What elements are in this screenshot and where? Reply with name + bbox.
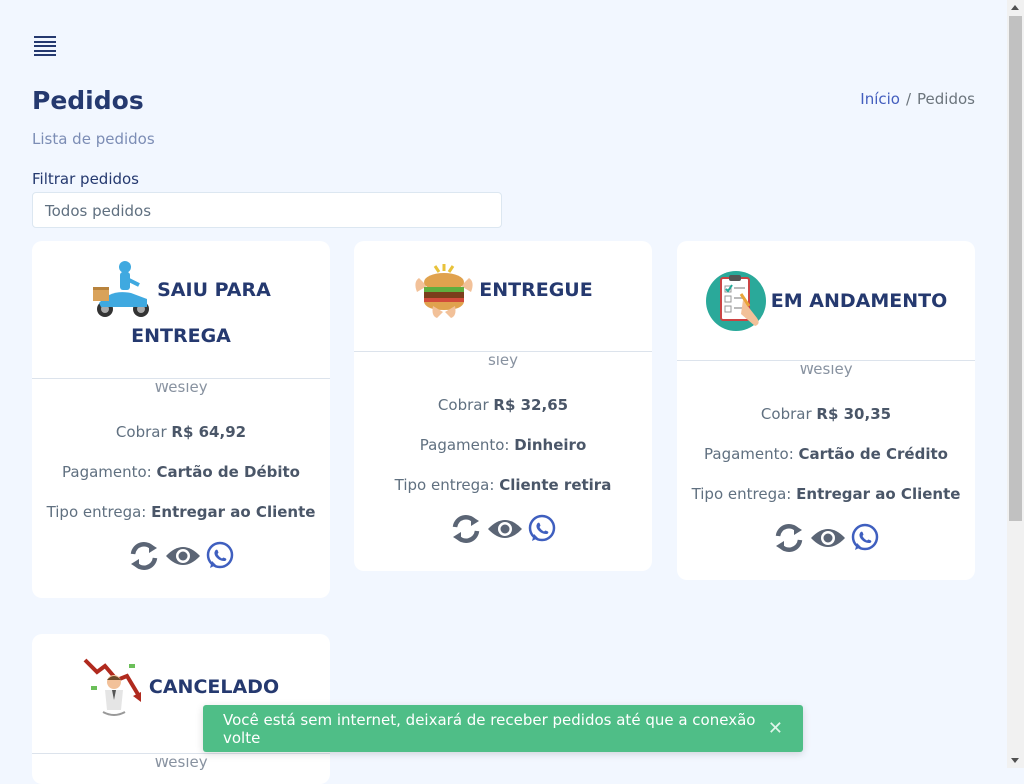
- breadcrumb-current: Pedidos: [917, 90, 975, 108]
- order-card: ENTREGUE sley Cobrar R$ 32,65 Pagamento:…: [354, 241, 652, 571]
- payment-value: Dinheiro: [514, 436, 587, 454]
- scrollbar-thumb[interactable]: [1009, 16, 1022, 521]
- charge-value: R$ 32,65: [493, 396, 569, 414]
- offline-toast: Você está sem internet, deixará de receb…: [203, 705, 803, 752]
- order-card-body: Wesley Cobrar R$ 30,35 Pagamento: Cartão…: [677, 361, 975, 555]
- charge-label: Cobrar: [115, 423, 167, 441]
- payment-label: Pagamento:: [62, 463, 152, 481]
- breadcrumb-home-link[interactable]: Início: [860, 90, 900, 108]
- vertical-scrollbar[interactable]: [1007, 0, 1024, 768]
- order-card-header: SAIU PARA ENTREGA: [32, 241, 330, 379]
- order-status: SAIU PARA: [157, 279, 271, 301]
- payment-row: Pagamento: Cartão de Crédito: [677, 445, 975, 463]
- order-card: SAIU PARA ENTREGA Wesley Cobrar R$ 64,92…: [32, 241, 330, 598]
- order-card-body: Wesley Cobrar R$ 64,92 Pagamento: Cartão…: [32, 379, 330, 573]
- order-card-body: Wesley: [32, 754, 330, 772]
- payment-row: Pagamento: Cartão de Débito: [32, 463, 330, 481]
- delivery-type-value: Entregar ao Cliente: [796, 485, 961, 503]
- order-actions: [32, 539, 330, 573]
- delivery-type-label: Tipo entrega:: [691, 485, 792, 503]
- delivery-type-row: Tipo entrega: Entregar ao Cliente: [677, 485, 975, 503]
- scroll-up-arrow-icon[interactable]: [1011, 5, 1019, 10]
- eye-icon[interactable]: [810, 524, 846, 552]
- order-card-header: EM ANDAMENTO: [677, 241, 975, 361]
- payment-row: Pagamento: Dinheiro: [354, 436, 652, 454]
- breadcrumb-separator: /: [905, 90, 912, 108]
- delivery-type-value: Cliente retira: [499, 476, 612, 494]
- delivery-scooter-illustration: [93, 261, 150, 317]
- order-status: EM ANDAMENTO: [770, 289, 948, 312]
- order-card-body: sley Cobrar R$ 32,65 Pagamento: Dinheiro…: [354, 352, 652, 546]
- order-card: EM ANDAMENTO Wesley Cobrar R$ 30,35 Paga…: [677, 241, 975, 580]
- whatsapp-icon[interactable]: [205, 541, 235, 571]
- charge-row: Cobrar R$ 64,92: [32, 423, 330, 441]
- filter-select[interactable]: Todos pedidos: [32, 192, 502, 228]
- refresh-icon[interactable]: [772, 521, 806, 555]
- charge-value: R$ 64,92: [171, 423, 247, 441]
- order-status-line2: ENTREGA: [131, 325, 231, 347]
- toast-message: Você está sem internet, deixará de receb…: [223, 710, 756, 747]
- page-subtitle: Lista de pedidos: [32, 130, 155, 148]
- scroll-down-arrow-icon[interactable]: [1011, 758, 1019, 763]
- payment-label: Pagamento:: [704, 445, 794, 463]
- breadcrumb: Início / Pedidos: [860, 90, 975, 108]
- filter-label: Filtrar pedidos: [32, 170, 139, 188]
- order-actions: [677, 521, 975, 555]
- payment-value: Cartão de Crédito: [798, 445, 948, 463]
- whatsapp-icon[interactable]: [527, 514, 557, 544]
- charge-value: R$ 30,35: [816, 405, 892, 423]
- order-status: CANCELADO: [148, 675, 280, 698]
- order-card-header: ENTREGUE: [354, 241, 652, 352]
- charge-label: Cobrar: [760, 405, 812, 423]
- checklist-illustration: [705, 270, 766, 331]
- payment-value: Cartão de Débito: [156, 463, 300, 481]
- charge-row: Cobrar R$ 30,35: [677, 405, 975, 423]
- delivery-type-label: Tipo entrega:: [46, 503, 147, 521]
- close-icon[interactable]: ✕: [768, 718, 783, 739]
- falling-chart-man-illustration: [83, 658, 141, 716]
- payment-label: Pagamento:: [419, 436, 510, 454]
- customer-name-partial: Wesley: [154, 383, 208, 396]
- delivery-type-value: Entregar ao Cliente: [151, 503, 316, 521]
- customer-name-partial: Wesley: [154, 758, 208, 771]
- refresh-icon[interactable]: [127, 539, 161, 573]
- eye-icon[interactable]: [165, 542, 201, 570]
- whatsapp-icon[interactable]: [850, 523, 880, 553]
- customer-name-partial: Wesley: [799, 365, 853, 378]
- refresh-icon[interactable]: [449, 512, 483, 546]
- burger-hands-illustration: [415, 264, 473, 318]
- order-actions: [354, 512, 652, 546]
- page-title: Pedidos: [32, 86, 144, 115]
- hamburger-icon[interactable]: [34, 36, 56, 56]
- eye-icon[interactable]: [487, 515, 523, 543]
- delivery-type-label: Tipo entrega:: [394, 476, 495, 494]
- customer-name-partial: sley: [487, 356, 519, 369]
- delivery-type-row: Tipo entrega: Cliente retira: [354, 476, 652, 494]
- delivery-type-row: Tipo entrega: Entregar ao Cliente: [32, 503, 330, 521]
- order-status: ENTREGUE: [479, 279, 593, 301]
- charge-row: Cobrar R$ 32,65: [354, 396, 652, 414]
- charge-label: Cobrar: [437, 396, 489, 414]
